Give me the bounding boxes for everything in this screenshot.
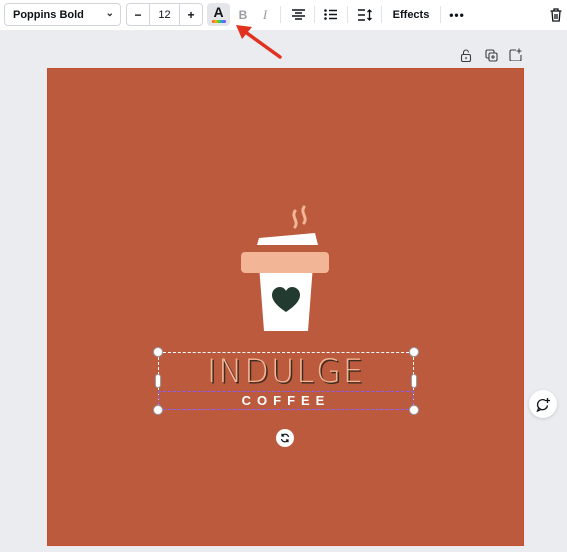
align-button[interactable] [288, 3, 308, 26]
resize-handle-bottom-right[interactable] [409, 405, 419, 415]
rotate-button[interactable] [276, 429, 294, 447]
cup-lid [257, 233, 318, 245]
add-comment-button[interactable] [529, 390, 557, 418]
spacing-icon [357, 8, 372, 21]
chevron-down-icon: ⌄ [105, 8, 114, 19]
lock-button[interactable] [460, 49, 474, 63]
steam-icon [292, 205, 307, 229]
resize-handle-right[interactable] [411, 374, 417, 388]
text-color-button[interactable]: A [207, 3, 230, 26]
more-button[interactable]: ••• [445, 3, 469, 26]
coffee-cup-logo[interactable] [240, 205, 332, 335]
divider [280, 6, 281, 23]
duplicate-icon [485, 49, 498, 62]
trash-icon [550, 7, 562, 22]
resize-handle-top-right[interactable] [409, 347, 419, 357]
comment-add-icon [536, 397, 550, 412]
spacing-button[interactable] [354, 3, 376, 26]
increase-font-size-button[interactable]: + [180, 4, 202, 25]
decrease-font-size-button[interactable]: − [127, 4, 149, 25]
divider [347, 6, 348, 23]
font-size-input[interactable]: 12 [149, 4, 180, 25]
subselection-box [158, 391, 414, 410]
annotation-arrow [236, 25, 282, 59]
list-icon [323, 9, 337, 20]
divider [314, 6, 315, 23]
resize-handle-bottom-left[interactable] [153, 405, 163, 415]
font-family-value: Poppins Bold [13, 8, 84, 21]
rotate-icon [280, 433, 290, 443]
text-color-icon: A [213, 4, 224, 20]
cup-sleeve [241, 252, 329, 273]
divider [381, 6, 382, 23]
duplicate-button[interactable] [485, 49, 499, 63]
more-icon: ••• [449, 7, 465, 22]
divider [440, 6, 441, 23]
list-button[interactable] [320, 3, 340, 26]
align-center-icon [291, 9, 305, 20]
add-page-icon [509, 48, 522, 62]
resize-handle-top-left[interactable] [153, 347, 163, 357]
add-page-button[interactable] [509, 48, 523, 62]
delete-button[interactable] [546, 3, 566, 26]
effects-button[interactable]: Effects [385, 3, 437, 26]
font-size-stepper: − 12 + [126, 3, 203, 26]
color-rainbow-bar [211, 20, 226, 23]
resize-handle-left[interactable] [155, 374, 161, 388]
font-family-dropdown[interactable]: Poppins Bold ⌄ [4, 3, 121, 26]
lock-icon [460, 49, 472, 63]
